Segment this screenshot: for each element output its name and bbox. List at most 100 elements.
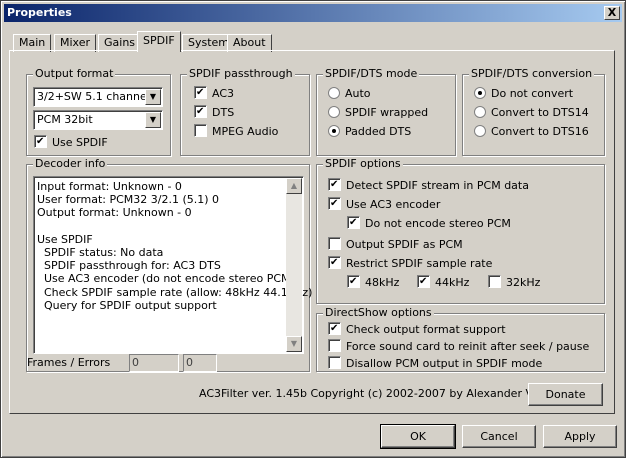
checkbox-icon[interactable]	[328, 237, 341, 250]
output-format-group: Output format 3/2+SW 5.1 channels ▼ PCM …	[26, 67, 171, 156]
info-line	[37, 220, 312, 233]
info-line: SPDIF status: No data	[44, 245, 164, 259]
mode-padded-label: Padded DTS	[345, 125, 412, 138]
info-line: Check SPDIF sample rate (allow: 48kHz 44…	[44, 285, 313, 299]
rate-48k-checkbox[interactable]: 48kHz	[347, 275, 399, 291]
spdif-tab-panel: Output format 3/2+SW 5.1 channels ▼ PCM …	[9, 50, 615, 414]
decoder-info-title: Decoder info	[33, 157, 108, 170]
decoder-info-scrollbar[interactable]: ▲ ▼	[286, 178, 302, 352]
rate-32k-label: 32kHz	[506, 276, 541, 289]
close-button[interactable]: X	[604, 6, 620, 20]
directshow-options-group: DirectShow options Check output format s…	[316, 306, 605, 372]
format-dropdown[interactable]: PCM 32bit ▼	[33, 110, 163, 130]
directshow-options-title: DirectShow options	[323, 306, 434, 319]
conv-dts16-label: Convert to DTS16	[491, 125, 589, 138]
spdif-passthrough-group: SPDIF passthrough AC3 DTS MPEG Audio	[180, 67, 310, 156]
mode-wrapped-radio[interactable]: SPDIF wrapped	[328, 105, 428, 121]
radio-icon[interactable]	[328, 106, 340, 118]
checkbox-icon[interactable]	[347, 275, 360, 288]
checkbox-icon[interactable]	[328, 256, 341, 269]
output-pcm-label: Output SPDIF as PCM	[346, 238, 463, 251]
info-line: Use SPDIF	[37, 232, 93, 246]
output-format-title: Output format	[33, 67, 116, 80]
conv-dts14-label: Convert to DTS14	[491, 106, 589, 119]
checkbox-icon[interactable]	[328, 197, 341, 210]
copyright-text: AC3Filter ver. 1.45b Copyright (c) 2002-…	[199, 387, 575, 400]
checkbox-icon[interactable]	[328, 178, 341, 191]
info-line: Use AC3 encoder (do not encode stereo PC…	[44, 272, 295, 286]
properties-dialog: Properties X Main Mixer Gains SPDIF Syst…	[0, 0, 626, 458]
rate-32k-checkbox[interactable]: 32kHz	[488, 275, 540, 291]
disallow-pcm-checkbox[interactable]: Disallow PCM output in SPDIF mode	[328, 356, 542, 372]
passthrough-ac3-checkbox[interactable]: AC3	[194, 86, 234, 102]
radio-icon[interactable]	[474, 125, 486, 137]
info-line: Query for SPDIF output support	[44, 298, 217, 312]
force-reinit-checkbox[interactable]: Force sound card to reinit after seek / …	[328, 339, 589, 355]
use-spdif-checkbox[interactable]: Use SPDIF	[34, 135, 108, 151]
spdif-dts-mode-group: SPDIF/DTS mode Auto SPDIF wrapped Padded…	[316, 67, 456, 156]
mode-padded-radio[interactable]: Padded DTS	[328, 124, 411, 140]
use-ac3-encoder-label: Use AC3 encoder	[346, 198, 441, 211]
checkbox-icon[interactable]	[328, 356, 341, 369]
apply-button[interactable]: Apply	[543, 425, 617, 448]
decoder-info-text: Input format: Unknown - 0 User format: P…	[37, 180, 312, 312]
info-line: Input format: Unknown - 0	[37, 180, 182, 193]
chevron-down-icon[interactable]: ▼	[145, 89, 161, 105]
info-line: Output format: Unknown - 0	[37, 206, 192, 220]
checkbox-icon[interactable]	[328, 322, 341, 335]
tab-spdif[interactable]: SPDIF	[137, 31, 181, 52]
check-output-format-label: Check output format support	[346, 323, 506, 336]
checkbox-icon[interactable]	[34, 135, 47, 148]
conv-dts16-radio[interactable]: Convert to DTS16	[474, 124, 589, 140]
detect-spdif-label: Detect SPDIF stream in PCM data	[346, 179, 529, 192]
channels-dropdown[interactable]: 3/2+SW 5.1 channels ▼	[33, 87, 163, 107]
checkbox-icon[interactable]	[194, 86, 207, 99]
title-bar: Properties X	[4, 4, 622, 22]
donate-button[interactable]: Donate	[528, 383, 603, 406]
mode-wrapped-label: SPDIF wrapped	[345, 106, 429, 119]
passthrough-ac3-label: AC3	[212, 87, 235, 100]
info-line: User format: PCM32 3/2.1 (5.1) 0	[37, 193, 220, 207]
no-stereo-checkbox[interactable]: Do not encode stereo PCM	[347, 216, 511, 232]
conv-none-radio[interactable]: Do not convert	[474, 86, 573, 102]
radio-icon[interactable]	[328, 87, 340, 99]
conv-dts14-radio[interactable]: Convert to DTS14	[474, 105, 589, 121]
decoder-info-textbox[interactable]: Input format: Unknown - 0 User format: P…	[33, 176, 312, 354]
checkbox-icon[interactable]	[417, 275, 430, 288]
mode-auto-label: Auto	[345, 87, 371, 100]
rate-44k-checkbox[interactable]: 44kHz	[417, 275, 469, 291]
channels-value: 3/2+SW 5.1 channels	[37, 90, 156, 103]
rate-48k-label: 48kHz	[365, 276, 400, 289]
checkbox-icon[interactable]	[194, 124, 207, 137]
use-spdif-label: Use SPDIF	[52, 136, 108, 149]
frames-field: 0	[129, 354, 179, 372]
restrict-rate-label: Restrict SPDIF sample rate	[346, 257, 493, 270]
passthrough-mpeg-checkbox[interactable]: MPEG Audio	[194, 124, 278, 140]
output-pcm-checkbox[interactable]: Output SPDIF as PCM	[328, 237, 463, 253]
checkbox-icon[interactable]	[488, 275, 501, 288]
decoder-info-group: Decoder info Input format: Unknown - 0 U…	[26, 157, 312, 372]
chevron-down-icon[interactable]: ▼	[145, 112, 161, 128]
radio-icon[interactable]	[474, 87, 486, 99]
detect-spdif-checkbox[interactable]: Detect SPDIF stream in PCM data	[328, 178, 529, 194]
scroll-down-icon[interactable]: ▼	[286, 336, 302, 352]
spdif-options-title: SPDIF options	[323, 157, 403, 170]
checkbox-icon[interactable]	[328, 339, 341, 352]
errors-field: 0	[183, 354, 217, 372]
check-output-format-checkbox[interactable]: Check output format support	[328, 322, 506, 338]
mode-auto-radio[interactable]: Auto	[328, 86, 371, 102]
ok-button[interactable]: OK	[380, 424, 456, 449]
passthrough-dts-checkbox[interactable]: DTS	[194, 105, 234, 121]
checkbox-icon[interactable]	[194, 105, 207, 118]
spdif-dts-conversion-title: SPDIF/DTS conversion	[469, 67, 595, 80]
use-ac3-encoder-checkbox[interactable]: Use AC3 encoder	[328, 197, 440, 213]
checkbox-icon[interactable]	[347, 216, 360, 229]
spdif-options-group: SPDIF options Detect SPDIF stream in PCM…	[316, 157, 605, 304]
radio-icon[interactable]	[474, 106, 486, 118]
cancel-button[interactable]: Cancel	[462, 425, 536, 448]
no-stereo-label: Do not encode stereo PCM	[365, 217, 511, 230]
format-value: PCM 32bit	[37, 113, 93, 126]
scroll-up-icon[interactable]: ▲	[286, 178, 302, 194]
restrict-rate-checkbox[interactable]: Restrict SPDIF sample rate	[328, 256, 492, 272]
radio-icon[interactable]	[328, 125, 340, 137]
